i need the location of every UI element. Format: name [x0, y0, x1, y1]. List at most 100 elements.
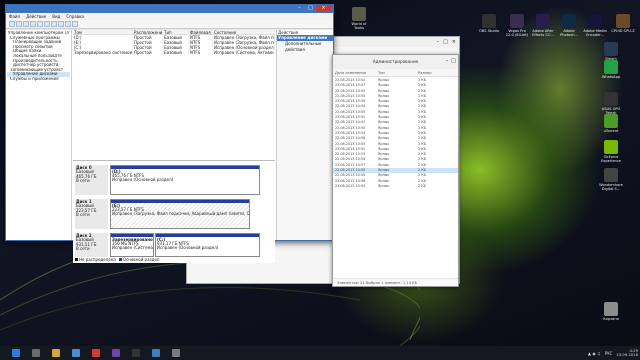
minimize-icon[interactable]: –	[446, 58, 449, 64]
desktop-icon-label: World of Tanks	[351, 22, 367, 30]
col-type[interactable]: Тип	[378, 71, 418, 75]
col-modified[interactable]: Дата изменения	[333, 71, 378, 75]
disk-label[interactable]: Диск 2 Базовый 931,51 ГБ В сети	[75, 233, 108, 257]
taskbar: ▲ ◉ ♫ РУС 4:29 13.09.2016	[0, 346, 640, 360]
partition-status: Исправен (Основной раздел)	[112, 177, 174, 183]
col-size[interactable]: Размер	[418, 71, 448, 75]
desktop-icon[interactable]: uTorrent	[598, 114, 624, 133]
desktop-icon[interactable]: ASUS GPU Tweak	[598, 92, 624, 115]
disk-label[interactable]: Диск 1 Базовый 223,57 ГБ В сети	[75, 199, 108, 229]
maximize-icon[interactable]: □	[451, 58, 456, 64]
desktop-icon[interactable]: World of Tanks	[346, 7, 372, 30]
desktop-icon-label: uTorrent	[603, 129, 619, 133]
menu-file[interactable]: Файл	[9, 14, 20, 19]
search-icon[interactable]	[65, 21, 71, 27]
app-icon	[562, 14, 576, 28]
check-icon[interactable]	[51, 21, 57, 27]
disk-status: В сети	[76, 177, 90, 183]
list-icon[interactable]	[44, 21, 50, 27]
col-filesystem[interactable]: Файловая система	[189, 30, 213, 34]
taskbar-app-icon[interactable]	[152, 349, 160, 357]
list-cell: 2 КБ	[418, 183, 426, 188]
back-icon[interactable]	[9, 21, 15, 27]
tree-item[interactable]: Службы и приложения	[7, 77, 70, 82]
taskbar-app-icon[interactable]	[72, 349, 80, 357]
background-window-controls[interactable]: – □ ×	[437, 39, 456, 45]
desktop-icon[interactable]: CPUID CPU-Z	[610, 14, 636, 33]
app-icon	[352, 7, 366, 21]
opera-icon[interactable]	[92, 349, 100, 357]
taskbar-app-icon[interactable]	[132, 349, 140, 357]
actions-pane: Действия Управление дисками Дополнительн…	[276, 30, 333, 240]
up-icon[interactable]	[23, 21, 29, 27]
menu-view[interactable]: Вид	[52, 14, 60, 19]
folder-icon[interactable]	[58, 21, 64, 27]
desktop-icon[interactable]: Adobe Photosh...	[556, 14, 582, 37]
refresh-icon[interactable]	[72, 21, 78, 27]
disk-map: Диск 0 Базовый 465,76 ГБ В сети (D:) 465…	[73, 160, 275, 263]
partition[interactable]: Зарезервировано сис 350 МБ NTFS Исправен…	[110, 233, 154, 257]
maximize-icon[interactable]: □	[305, 5, 316, 12]
desktop-icon[interactable]: Adobe Media Encoder...	[582, 14, 608, 37]
close-icon[interactable]: ×	[316, 5, 331, 12]
desktop-icon-label: Wondershare Digital S...	[599, 183, 623, 191]
table-cell: Зарезервировано системой	[74, 50, 133, 55]
app-icon	[604, 114, 618, 128]
app-icon	[604, 302, 618, 316]
table-row[interactable]: Зарезервировано системой Простой Базовый NT…	[73, 50, 275, 55]
app-icon	[616, 14, 630, 28]
desktop-icon[interactable]: OBS Studio	[476, 14, 502, 33]
taskbar-app-icon[interactable]	[32, 349, 40, 357]
partition[interactable]: (D:) 465,76 ГБ NTFS Исправен (Основной р…	[110, 165, 260, 195]
partition[interactable]: (C:) 931,17 ГБ NTFS Исправен (Основной р…	[155, 233, 260, 257]
taskbar-app-icon[interactable]	[172, 349, 180, 357]
col-status[interactable]: Состояние	[213, 30, 275, 34]
disk-row[interactable]: Диск 1 Базовый 223,57 ГБ В сети (E:) 223…	[75, 199, 265, 229]
menu-help[interactable]: Справка	[66, 14, 84, 19]
desktop-icon-label: WhatsApp	[601, 75, 621, 79]
minimize-icon[interactable]: –	[294, 5, 305, 12]
taskbar-app-icon[interactable]	[112, 349, 120, 357]
desktop-icon[interactable]: Wondershare Digital S...	[598, 168, 624, 191]
clock[interactable]: 4:29 13.09.2016	[616, 348, 638, 358]
more-actions-item[interactable]: Дополнительные действия	[277, 41, 333, 52]
disk-management-titlebar[interactable]: – □ ×	[6, 5, 333, 13]
tray-icons[interactable]: ▲ ◉ ♫	[588, 351, 601, 356]
help-icon[interactable]	[37, 21, 43, 27]
disk-status: В сети	[76, 245, 90, 251]
desktop-icon[interactable]: Adobe After Effects CC...	[530, 14, 556, 37]
start-icon[interactable]	[12, 349, 20, 357]
disk-management-window[interactable]: – □ × Файл Действие Вид Справка Управлен…	[5, 4, 334, 263]
explorer-window[interactable]: Администрирование – □ Дата изменения Тип…	[332, 54, 459, 287]
explorer-icon[interactable]	[52, 349, 60, 357]
explorer-title[interactable]: Администрирование	[333, 55, 458, 69]
list-item[interactable]: 22.08.2013 10:54 Ярлык 2 КБ	[333, 184, 458, 189]
app-icon	[604, 168, 618, 182]
desktop-icon[interactable]: WhatsApp	[598, 60, 624, 79]
app-icon	[604, 60, 618, 74]
toolbar	[6, 20, 333, 29]
app-icon	[482, 14, 496, 28]
desktop-icon[interactable]: GeForce Experience	[598, 140, 624, 163]
disk-label[interactable]: Диск 0 Базовый 465,76 ГБ В сети	[75, 165, 108, 195]
col-volume[interactable]: Том	[73, 30, 133, 34]
desktop-icon-label: Vegas Pro 12.0 (64-bit)	[505, 29, 529, 37]
forward-icon[interactable]	[16, 21, 22, 27]
menu-action[interactable]: Действие	[26, 14, 46, 19]
app-icon	[604, 42, 618, 56]
disk-row[interactable]: Диск 2 Базовый 931,51 ГБ В сети Зарезерв…	[75, 233, 265, 257]
close-icon[interactable]: ×	[452, 39, 456, 45]
desktop-icon[interactable]: Vegas Pro 12.0 (64-bit)	[504, 14, 530, 37]
desktop-icon[interactable]: Steam	[598, 42, 624, 61]
partition[interactable]: (E:) 223,57 ГБ NTFS Исправен (Загрузка, …	[110, 199, 250, 229]
col-layout[interactable]: Расположение	[133, 30, 163, 34]
desktop-icon[interactable]: Корзина	[598, 302, 624, 321]
properties-icon[interactable]	[30, 21, 36, 27]
disk-row[interactable]: Диск 0 Базовый 465,76 ГБ В сети (D:) 465…	[75, 165, 265, 195]
desktop-icon-label: CPUID CPU-Z	[611, 29, 635, 33]
maximize-icon[interactable]: □	[443, 39, 448, 45]
language-indicator[interactable]: РУС	[605, 351, 613, 356]
explorer-columns: Дата изменения Тип Размер	[333, 69, 458, 77]
minimize-icon[interactable]: –	[437, 39, 440, 45]
col-type[interactable]: Тип	[163, 30, 189, 34]
